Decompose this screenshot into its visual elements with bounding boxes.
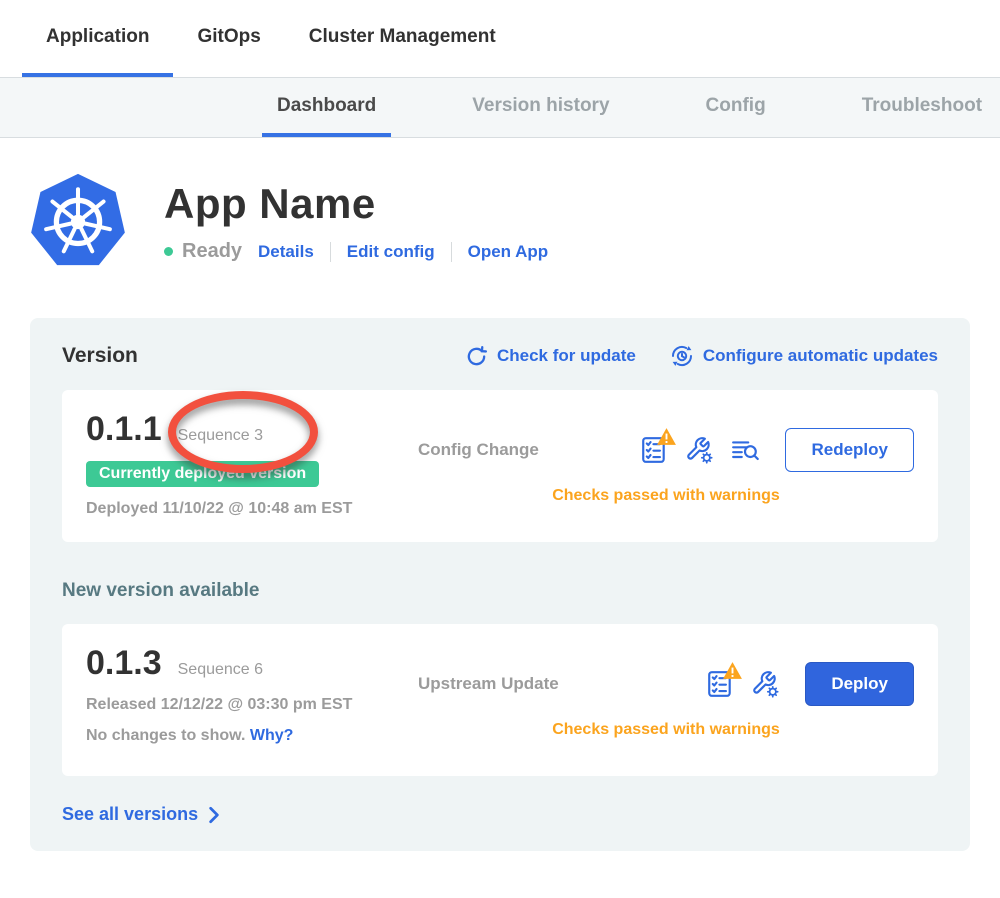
edit-config-link[interactable]: Edit config	[347, 242, 435, 262]
preflight-checks-icon[interactable]	[707, 670, 733, 698]
current-checks-status: Checks passed with warnings	[418, 487, 914, 505]
open-app-link[interactable]: Open App	[468, 242, 549, 262]
tab-config[interactable]: Config	[691, 78, 781, 137]
tab-version-history[interactable]: Version history	[457, 78, 624, 137]
available-checks-status: Checks passed with warnings	[418, 721, 914, 739]
app-header: App Name Ready Details Edit config Open …	[0, 138, 1000, 268]
warning-triangle-icon	[722, 661, 743, 680]
see-all-versions-link[interactable]: See all versions	[62, 804, 220, 825]
available-version-source: Upstream Update	[418, 674, 559, 694]
deployed-timestamp: Deployed 11/10/22 @ 10:48 am EST	[86, 500, 418, 518]
redeploy-button[interactable]: Redeploy	[785, 428, 914, 472]
tab-cluster-management[interactable]: Cluster Management	[285, 0, 520, 77]
link-divider	[330, 242, 331, 262]
tab-application[interactable]: Application	[22, 0, 173, 77]
link-divider	[451, 242, 452, 262]
refresh-icon	[465, 345, 488, 368]
check-for-update-label: Check for update	[497, 346, 636, 366]
chevron-right-icon	[208, 806, 220, 824]
available-version-icons	[707, 670, 779, 698]
available-version-info: 0.1.3 Sequence 6 Released 12/12/22 @ 03:…	[86, 644, 418, 756]
available-version-actions: Upstream Update	[418, 644, 914, 756]
no-changes-line: No changes to show. Why?	[86, 727, 418, 745]
released-timestamp: Released 12/12/22 @ 03:30 pm EST	[86, 696, 418, 714]
available-version-number: 0.1.3	[86, 644, 162, 683]
app-status: Ready	[164, 240, 242, 263]
status-label: Ready	[182, 240, 242, 263]
configure-automatic-updates-button[interactable]: Configure automatic updates	[670, 344, 938, 368]
deploy-button[interactable]: Deploy	[805, 662, 914, 706]
preflight-checks-icon[interactable]	[641, 436, 667, 464]
available-version-row: 0.1.3 Sequence 6 Released 12/12/22 @ 03:…	[62, 624, 938, 776]
configure-automatic-updates-label: Configure automatic updates	[703, 346, 938, 366]
version-actions: Check for update Configure automatic upd…	[465, 344, 938, 368]
kubernetes-logo-icon	[30, 172, 126, 268]
check-for-update-button[interactable]: Check for update	[465, 344, 636, 368]
current-version-sequence: Sequence 3	[178, 427, 263, 445]
available-version-sequence: Sequence 6	[178, 661, 263, 679]
currently-deployed-badge: Currently deployed version	[86, 461, 319, 487]
current-version-row: 0.1.1 Sequence 3 Currently deployed vers…	[62, 390, 938, 542]
current-version-actions: Config Change	[418, 410, 914, 522]
auto-update-clock-icon	[670, 344, 694, 368]
secondary-nav: Dashboard Version history Config Trouble…	[0, 77, 1000, 138]
wrench-gear-icon[interactable]	[751, 670, 779, 698]
current-version-icons	[641, 436, 759, 464]
wrench-gear-icon[interactable]	[685, 436, 713, 464]
status-ready-dot-icon	[164, 247, 173, 256]
version-section-header: Version Check for update Configure	[62, 344, 938, 368]
primary-nav: Application GitOps Cluster Management	[0, 0, 1000, 77]
page-title: App Name	[164, 180, 548, 228]
version-section: Version Check for update Configure	[30, 318, 970, 851]
new-version-heading: New version available	[62, 580, 938, 602]
app-status-row: Ready Details Edit config Open App	[164, 240, 548, 263]
warning-triangle-icon	[656, 427, 677, 446]
view-files-icon[interactable]	[731, 437, 759, 463]
current-version-info: 0.1.1 Sequence 3 Currently deployed vers…	[86, 410, 418, 522]
tab-dashboard[interactable]: Dashboard	[262, 78, 391, 137]
see-all-versions-label: See all versions	[62, 804, 198, 825]
tab-troubleshoot[interactable]: Troubleshoot	[847, 78, 997, 137]
no-changes-text: No changes to show.	[86, 727, 245, 744]
tab-gitops[interactable]: GitOps	[173, 0, 284, 77]
version-section-title: Version	[62, 344, 138, 368]
why-link[interactable]: Why?	[250, 727, 294, 744]
details-link[interactable]: Details	[258, 242, 314, 262]
current-version-source: Config Change	[418, 440, 539, 460]
current-version-number: 0.1.1	[86, 410, 162, 449]
